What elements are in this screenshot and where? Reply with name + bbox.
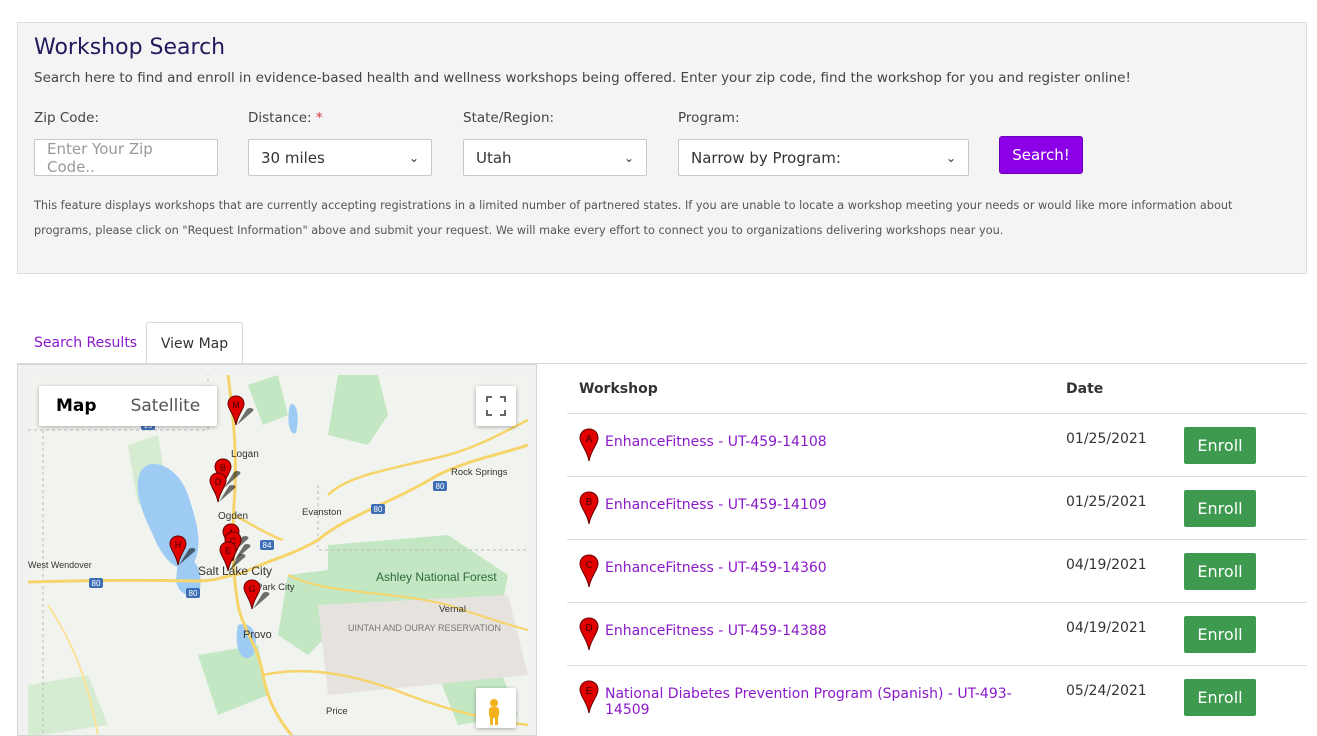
map-canvas[interactable]: 15 80 80 84 80 80 Logan Rock Springs Eva… bbox=[28, 375, 528, 736]
svg-text:C: C bbox=[585, 560, 592, 571]
col-workshop-header: Workshop bbox=[579, 380, 658, 397]
action-cell: Enroll bbox=[1184, 475, 1307, 539]
map-toggle-map[interactable]: Map bbox=[39, 386, 114, 426]
map-marker-icon: E bbox=[579, 679, 599, 713]
svg-text:Ashley National Forest: Ashley National Forest bbox=[376, 570, 497, 584]
action-cell: Enroll bbox=[1184, 664, 1307, 728]
workshop-cell: D EnhanceFitness - UT-459-14388 bbox=[567, 601, 1054, 665]
chevron-down-icon: ⌄ bbox=[945, 150, 956, 165]
map-marker-icon: D bbox=[579, 616, 599, 650]
table-row: E National Diabetes Prevention Program (S… bbox=[567, 664, 1307, 728]
workshop-cell: B EnhanceFitness - UT-459-14109 bbox=[567, 475, 1054, 539]
workshop-link[interactable]: National Diabetes Prevention Program (Sp… bbox=[605, 686, 1054, 718]
workshop-results-table: Workshop Date A EnhanceFitness - UT-459-1… bbox=[567, 365, 1307, 728]
svg-text:80: 80 bbox=[189, 589, 198, 598]
required-mark: * bbox=[315, 110, 323, 126]
program-value: Narrow by Program: bbox=[691, 148, 841, 167]
action-cell: Enroll bbox=[1184, 412, 1307, 476]
workshop-link[interactable]: EnhanceFitness - UT-459-14360 bbox=[605, 560, 827, 576]
svg-text:A: A bbox=[586, 434, 593, 445]
tab-view-map[interactable]: View Map bbox=[146, 322, 243, 365]
enroll-button[interactable]: Enroll bbox=[1184, 426, 1256, 464]
svg-text:G: G bbox=[248, 584, 255, 594]
workshop-date: 01/25/2021 bbox=[1054, 475, 1184, 539]
svg-text:80: 80 bbox=[92, 579, 101, 588]
svg-text:H: H bbox=[175, 540, 182, 550]
svg-text:M: M bbox=[232, 400, 240, 410]
map-toggle-satellite[interactable]: Satellite bbox=[114, 386, 218, 426]
map-type-toggle[interactable]: Map Satellite bbox=[39, 386, 218, 426]
zip-input[interactable]: Enter Your Zip Code.. bbox=[34, 139, 218, 176]
workshop-date: 05/24/2021 bbox=[1054, 664, 1184, 728]
svg-text:Park City: Park City bbox=[256, 582, 295, 593]
workshop-search-panel: Workshop Search Search here to find and … bbox=[17, 22, 1307, 274]
svg-text:B: B bbox=[220, 463, 226, 473]
svg-text:Evanston: Evanston bbox=[302, 507, 342, 518]
search-description: Search here to find and enroll in eviden… bbox=[34, 70, 1131, 86]
enroll-button[interactable]: Enroll bbox=[1184, 615, 1256, 653]
svg-text:80: 80 bbox=[374, 505, 383, 514]
state-label: State/Region: bbox=[463, 110, 555, 126]
workshop-date: 01/25/2021 bbox=[1054, 412, 1184, 476]
search-title: Workshop Search bbox=[34, 35, 226, 60]
col-date-header: Date bbox=[1066, 380, 1104, 397]
search-button[interactable]: Search! bbox=[999, 136, 1083, 174]
svg-text:B: B bbox=[586, 497, 593, 508]
svg-text:Rock Springs: Rock Springs bbox=[451, 467, 508, 478]
chevron-down-icon: ⌄ bbox=[623, 150, 634, 165]
fullscreen-icon[interactable] bbox=[476, 386, 516, 426]
workshop-link[interactable]: EnhanceFitness - UT-459-14109 bbox=[605, 497, 827, 513]
map-marker-icon: C bbox=[579, 553, 599, 587]
workshop-date: 04/19/2021 bbox=[1054, 601, 1184, 665]
svg-text:D: D bbox=[215, 477, 222, 487]
table-row: A EnhanceFitness - UT-459-14108 01/25/2021… bbox=[567, 412, 1307, 476]
disclaimer-text: This feature displays workshops that are… bbox=[34, 199, 1233, 237]
svg-text:Salt Lake City: Salt Lake City bbox=[198, 564, 272, 578]
zip-label: Zip Code: bbox=[34, 110, 99, 126]
svg-text:Ogden: Ogden bbox=[218, 511, 248, 522]
workshop-link[interactable]: EnhanceFitness - UT-459-14388 bbox=[605, 623, 827, 639]
program-select[interactable]: Narrow by Program: ⌄ bbox=[678, 139, 969, 176]
state-select[interactable]: Utah ⌄ bbox=[463, 139, 647, 176]
workshop-map[interactable]: 15 80 80 84 80 80 Logan Rock Springs Eva… bbox=[17, 364, 537, 736]
action-cell: Enroll bbox=[1184, 601, 1307, 665]
svg-text:Vernal: Vernal bbox=[439, 604, 466, 615]
distance-label-text: Distance: bbox=[248, 110, 312, 126]
svg-text:Price: Price bbox=[326, 706, 348, 717]
tab-search-results[interactable]: Search Results bbox=[17, 322, 154, 364]
table-row: D EnhanceFitness - UT-459-14388 04/19/2021… bbox=[567, 601, 1307, 665]
svg-text:E: E bbox=[225, 546, 231, 556]
zip-placeholder: Enter Your Zip Code.. bbox=[47, 139, 153, 176]
chevron-down-icon: ⌄ bbox=[408, 150, 419, 165]
distance-label: Distance: * bbox=[248, 110, 323, 126]
col-action-header bbox=[1184, 365, 1307, 413]
workshop-date: 04/19/2021 bbox=[1054, 538, 1184, 602]
svg-text:UINTAH AND OURAY RESERVATION: UINTAH AND OURAY RESERVATION bbox=[348, 623, 501, 633]
distance-value: 30 miles bbox=[261, 148, 325, 167]
svg-text:Provo: Provo bbox=[243, 629, 272, 641]
svg-text:84: 84 bbox=[263, 541, 272, 550]
action-cell: Enroll bbox=[1184, 538, 1307, 602]
svg-text:E: E bbox=[586, 686, 593, 697]
workshop-link[interactable]: EnhanceFitness - UT-459-14108 bbox=[605, 434, 827, 450]
workshop-cell: C EnhanceFitness - UT-459-14360 bbox=[567, 538, 1054, 602]
enroll-button[interactable]: Enroll bbox=[1184, 552, 1256, 590]
table-row: C EnhanceFitness - UT-459-14360 04/19/2021… bbox=[567, 538, 1307, 602]
workshop-cell: A EnhanceFitness - UT-459-14108 bbox=[567, 412, 1054, 476]
program-label: Program: bbox=[678, 110, 740, 126]
map-marker-icon: B bbox=[579, 490, 599, 524]
enroll-button[interactable]: Enroll bbox=[1184, 678, 1256, 716]
workshop-cell: E National Diabetes Prevention Program (S… bbox=[567, 664, 1054, 728]
distance-select[interactable]: 30 miles ⌄ bbox=[248, 139, 432, 176]
map-marker-icon: A bbox=[579, 427, 599, 461]
street-view-pegman-icon[interactable] bbox=[476, 688, 516, 728]
state-value: Utah bbox=[476, 148, 512, 167]
enroll-button[interactable]: Enroll bbox=[1184, 489, 1256, 527]
svg-text:West Wendover: West Wendover bbox=[28, 560, 92, 570]
table-row: B EnhanceFitness - UT-459-14109 01/25/2021… bbox=[567, 475, 1307, 539]
svg-text:D: D bbox=[585, 623, 592, 634]
svg-text:80: 80 bbox=[436, 482, 445, 491]
svg-text:Logan: Logan bbox=[231, 449, 259, 460]
